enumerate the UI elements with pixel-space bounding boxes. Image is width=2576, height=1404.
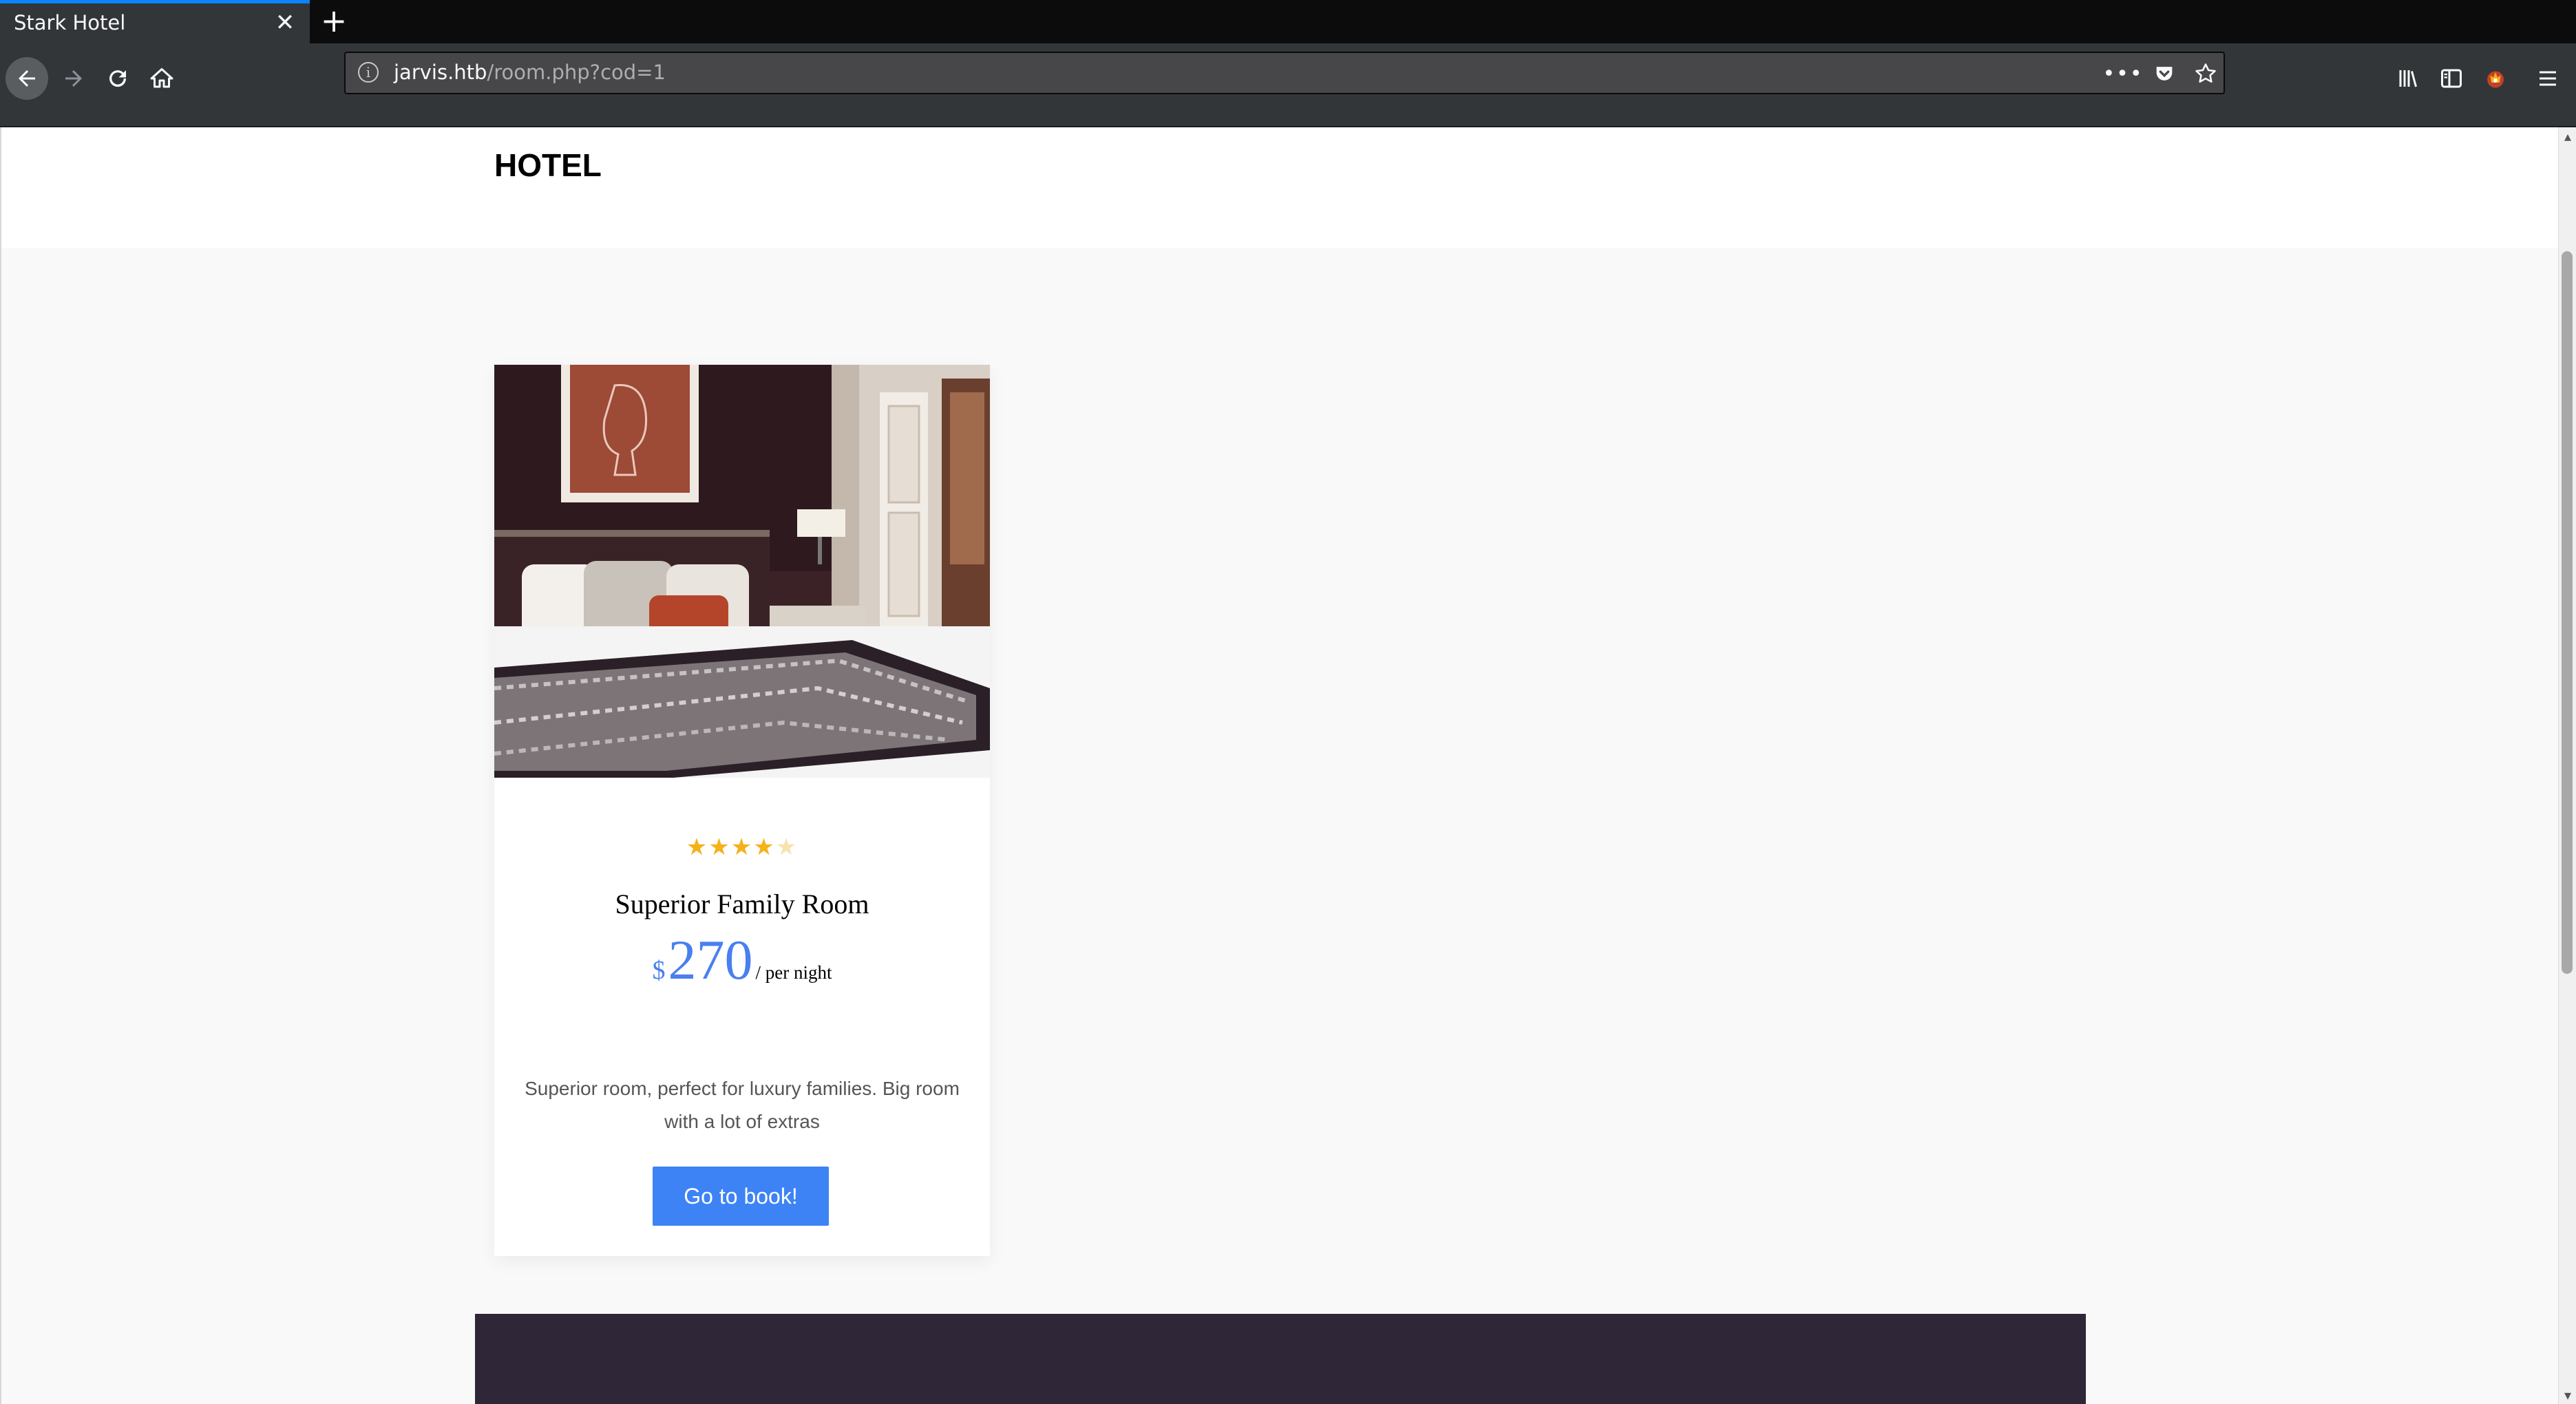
scroll-down-icon[interactable]: ▾ <box>2559 1386 2576 1404</box>
back-button[interactable] <box>6 57 48 100</box>
star-filled-icon: ★ <box>686 833 709 861</box>
library-icon[interactable] <box>2387 57 2430 100</box>
star-filled-icon: ★ <box>708 833 731 861</box>
room-price: $ 270 / per night <box>494 928 990 992</box>
price-suffix: / per night <box>755 962 832 983</box>
scrollbar-thumb[interactable] <box>2562 251 2573 974</box>
site-header: HOTEL <box>1 127 2558 248</box>
tab-title: Stark Hotel <box>14 11 126 34</box>
price-currency: $ <box>652 956 666 985</box>
url-host: jarvis.htb <box>394 61 487 84</box>
page-viewport: HOTEL ★★★★★ Superior Family Room $ 270 /… <box>0 127 2558 1404</box>
price-amount: 270 <box>668 928 753 991</box>
star-filled-icon: ★ <box>730 833 754 861</box>
url-text[interactable]: jarvis.htb/room.php?cod=1 <box>394 61 666 84</box>
room-card: ★★★★★ Superior Family Room $ 270 / per n… <box>494 365 990 1256</box>
room-description: Superior room, perfect for luxury famili… <box>525 1078 960 1132</box>
hamburger-menu-icon[interactable] <box>2526 57 2569 100</box>
go-to-book-button[interactable]: Go to book! <box>653 1167 829 1226</box>
page-scrollbar[interactable]: ▴ ▾ <box>2558 127 2576 1404</box>
navigation-toolbar: i jarvis.htb/room.php?cod=1 ••• <box>0 43 2576 127</box>
close-tab-icon[interactable]: ✕ <box>271 9 299 36</box>
info-icon[interactable]: i <box>358 62 379 83</box>
pocket-icon[interactable] <box>2149 58 2179 89</box>
extension-icon[interactable] <box>2474 57 2517 100</box>
arrow-left-icon <box>19 70 35 87</box>
room-name: Superior Family Room <box>615 889 869 919</box>
reload-button[interactable] <box>96 57 139 100</box>
tab-strip: Stark Hotel ✕ + <box>0 0 2576 43</box>
site-logo[interactable]: HOTEL <box>494 147 602 184</box>
room-rating: ★★★★★ <box>494 836 990 859</box>
sidebar-icon[interactable] <box>2430 57 2473 100</box>
star-filled-icon: ★ <box>753 833 776 861</box>
dark-section <box>475 1314 2086 1404</box>
arrow-right-icon <box>65 70 82 87</box>
page-actions-button[interactable]: ••• <box>2102 58 2142 89</box>
star-empty-icon: ★ <box>775 833 799 861</box>
home-icon <box>150 68 173 88</box>
forward-button[interactable] <box>52 57 95 100</box>
new-tab-icon[interactable]: + <box>318 4 350 37</box>
tab-stark-hotel[interactable]: Stark Hotel ✕ <box>0 0 310 43</box>
reload-icon <box>109 70 127 87</box>
address-bar[interactable]: i jarvis.htb/room.php?cod=1 ••• <box>344 52 2225 94</box>
url-path: /room.php?cod=1 <box>487 61 666 84</box>
bookmark-star-icon[interactable] <box>2190 58 2221 89</box>
room-photo <box>494 365 990 778</box>
home-button[interactable] <box>140 57 183 100</box>
scroll-up-icon[interactable]: ▴ <box>2559 127 2576 145</box>
